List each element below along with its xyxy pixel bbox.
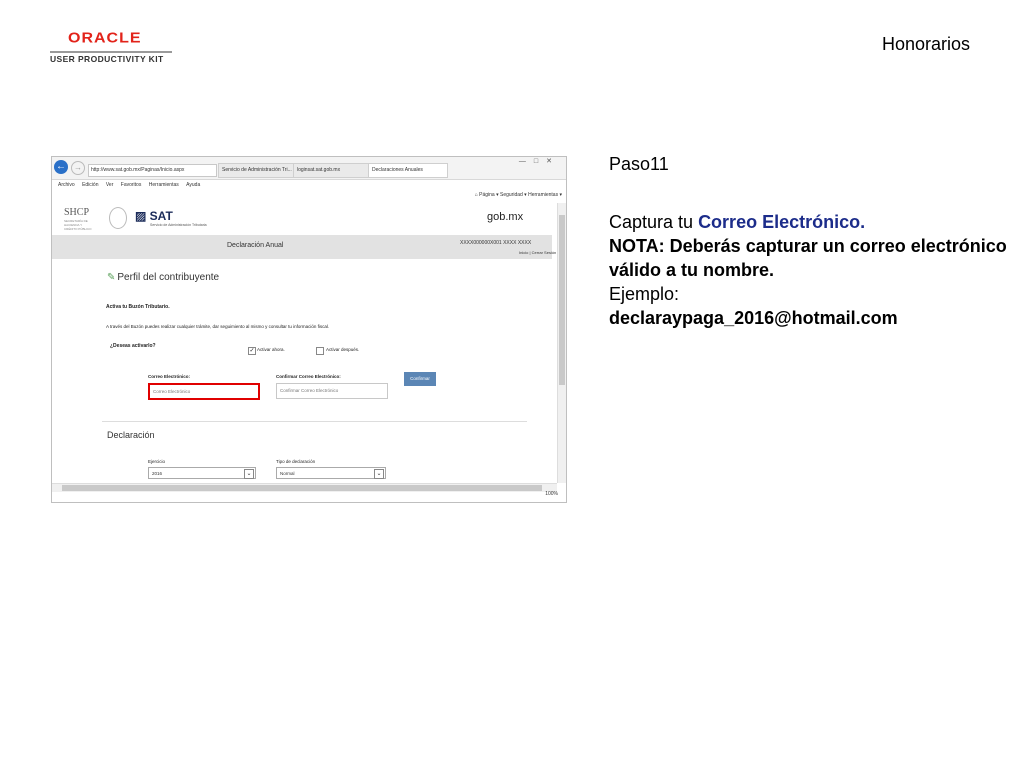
command-bar: ⌂ Página ▾ Seguridad ▾ Herramientas ▾	[475, 192, 562, 198]
menu-ayuda[interactable]: Ayuda	[186, 182, 200, 188]
buzon-description: A través del Buzón puedes realizar cualq…	[106, 324, 330, 329]
confirmar-correo-label: Confirmar Correo Electrónico:	[276, 374, 341, 379]
menu-archivo[interactable]: Archivo	[58, 182, 75, 188]
menu-herramientas[interactable]: Herramientas	[149, 182, 179, 188]
site-header	[52, 203, 552, 235]
menu-ver[interactable]: Ver	[106, 182, 114, 188]
instruction-note: NOTA: Deberás capturar un correo electró…	[609, 236, 1007, 280]
section-title-text: Perfil del contribuyente	[117, 272, 220, 283]
oracle-upk-logo: ORACLE USER PRODUCTIVITY KIT	[50, 30, 175, 68]
chevron-down-icon: ⌄	[374, 469, 384, 479]
cmd-herramientas[interactable]: Herramientas ▾	[528, 192, 562, 198]
address-bar[interactable]: http://www.sat.gob.mx/Paginas/Inicio.asp…	[88, 164, 217, 177]
user-rfc: XXXX000000X001 XXXX XXXX	[460, 240, 532, 246]
forward-arrow-icon[interactable]: →	[71, 161, 85, 175]
title-band	[52, 235, 552, 259]
activar-despues-label: Activar después.	[326, 347, 360, 352]
scroll-thumb[interactable]	[559, 215, 565, 385]
step-label: Paso11	[609, 154, 669, 174]
browser-tab[interactable]: Servicio de Administración Tri...	[218, 163, 296, 178]
document-title: Honorarios	[881, 34, 970, 54]
instruction-example-label: Ejemplo:	[609, 284, 680, 304]
ejercicio-select[interactable]: 2016 ⌄	[148, 467, 256, 479]
activa-buzon-heading: Activa tu Buzón Tributario.	[106, 304, 170, 310]
shcp-subtitle: SECRETARÍA DE HACIENDA Y CRÉDITO PÚBLICO	[64, 219, 92, 231]
browser-tab-active[interactable]: Declaraciones Anuales	[368, 163, 448, 178]
instruction-prefix: Captura tu	[609, 212, 699, 232]
activar-ahora-label: Activar ahora.	[257, 347, 285, 352]
page-title: Declaración Anual	[227, 242, 284, 249]
activar-question: ¿Deseas activarlo?	[110, 343, 156, 349]
menu-edicion[interactable]: Edición	[82, 182, 98, 188]
window-controls[interactable]: —□✕	[519, 157, 560, 165]
sat-logo-text: SAT	[149, 209, 173, 223]
chevron-down-icon: ⌄	[244, 469, 254, 479]
horizontal-scrollbar[interactable]	[52, 483, 557, 492]
mexico-seal-icon	[109, 207, 127, 229]
browser-screenshot: ← → http://www.sat.gob.mx/Paginas/Inicio…	[51, 156, 567, 503]
home-icon[interactable]: ⌂	[475, 192, 478, 198]
logo-subtitle: USER PRODUCTIVITY KIT	[50, 54, 164, 64]
gobmx-logo[interactable]: gob.mx	[487, 211, 523, 223]
menu-favoritos[interactable]: Favoritos	[121, 182, 142, 188]
cmd-pagina[interactable]: Página ▾	[479, 192, 498, 198]
correo-label: Correo Electrónico:	[148, 374, 191, 379]
vertical-scrollbar[interactable]	[557, 203, 566, 483]
declaracion-title: Declaración	[107, 430, 155, 440]
section-title: ✎ Perfil del contribuyente	[107, 272, 219, 283]
divider	[102, 421, 527, 422]
tipo-label: Tipo de declaración	[276, 459, 316, 464]
activar-despues-checkbox[interactable]	[316, 347, 324, 355]
correo-field[interactable]: Correo Electrónico	[148, 383, 260, 400]
browser-menubar: Archivo Edición Ver Favoritos Herramient…	[52, 180, 566, 191]
instruction-example-email: declaraypaga_2016@hotmail.com	[609, 308, 898, 328]
back-arrow-icon[interactable]: ←	[54, 160, 68, 174]
tipo-value: Normal	[280, 471, 295, 476]
shcp-logo: SHCP	[64, 207, 90, 218]
confirmar-button[interactable]: Confirmar	[404, 372, 436, 386]
confirmar-correo-field[interactable]: Confirmar Correo Electrónico	[276, 383, 388, 399]
session-links[interactable]: Inicio | Cerrar Sesión	[519, 250, 556, 255]
zoom-level[interactable]: 100%	[545, 491, 558, 497]
step-instructions: Captura tu Correo Electrónico. NOTA: Deb…	[609, 210, 1009, 330]
scroll-thumb[interactable]	[62, 485, 542, 491]
logo-divider	[50, 51, 172, 53]
oracle-logo-word: ORACLE	[68, 30, 142, 47]
sat-subtitle: Servicio de Administración Tributaria	[150, 223, 207, 227]
activar-ahora-checkbox[interactable]: ✓	[248, 347, 256, 355]
cmd-seguridad[interactable]: Seguridad ▾	[500, 192, 527, 198]
browser-toolbar: ← → http://www.sat.gob.mx/Paginas/Inicio…	[52, 157, 566, 180]
browser-tab[interactable]: loginsat.sat.gob.mx	[293, 163, 371, 178]
sat-logo: ▨ SAT	[135, 209, 173, 223]
instruction-line-1: Captura tu Correo Electrónico.	[609, 210, 1009, 234]
ejercicio-value: 2016	[152, 471, 163, 476]
tipo-select[interactable]: Normal ⌄	[276, 467, 386, 479]
edit-icon: ✎	[107, 272, 116, 283]
ejercicio-label: Ejercicio	[148, 459, 166, 464]
instruction-highlight: Correo Electrónico.	[698, 212, 866, 232]
